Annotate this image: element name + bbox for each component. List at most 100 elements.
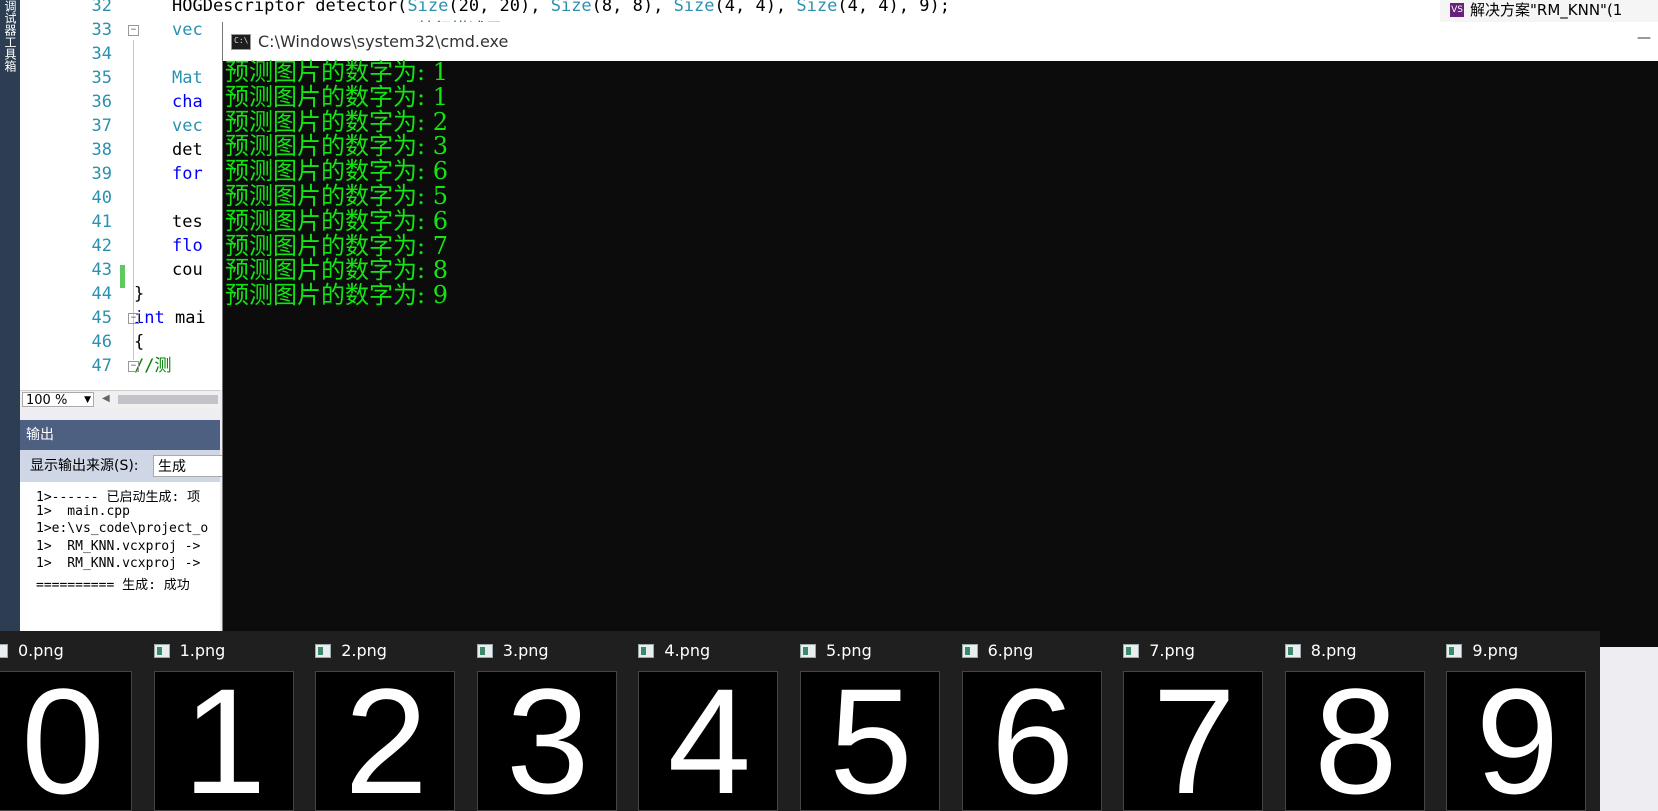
line-number: 35	[91, 68, 112, 88]
solution-node[interactable]: 解决方案"RM_KNN"(1	[1470, 0, 1622, 22]
code-text: Mat	[172, 66, 203, 91]
thumbnail-preview: 6	[961, 671, 1102, 811]
code-text: vec	[172, 114, 203, 139]
digit-glyph: 6	[990, 671, 1075, 811]
code-token: (4, 4),	[714, 0, 797, 16]
zoom-select[interactable]: 100 % ▼	[22, 392, 94, 408]
code-text: for	[172, 162, 203, 187]
debugger-tab[interactable]: 调试器	[2, 0, 19, 36]
code-text: cou	[172, 258, 203, 283]
code-text: tes	[172, 210, 203, 235]
line-number: 45	[91, 308, 112, 328]
output-source-label: 显示输出来源(S):	[30, 458, 139, 474]
image-file-icon	[800, 644, 816, 658]
thumbnail-preview: 9	[1446, 671, 1587, 811]
output-line: 1> RM_KNN.vcxproj ->	[36, 556, 209, 572]
collapse-icon[interactable]: −	[128, 313, 139, 324]
code-text: }	[134, 282, 144, 307]
thumbnail-7[interactable]: 7.png 7	[1123, 631, 1269, 811]
thumbnail-5[interactable]: 5.png 5	[800, 631, 946, 811]
image-file-icon	[638, 644, 655, 658]
code-text: {	[134, 330, 144, 355]
console-line: 预测图片的数字为: 2	[225, 107, 448, 136]
thumbnail-preview: 2	[315, 671, 456, 811]
toolbox-tab[interactable]: 工具箱	[2, 36, 19, 72]
thumbnail-3[interactable]: 3.png 3	[476, 631, 623, 811]
thumbnail-preview: 8	[1284, 671, 1425, 811]
code-text: cha	[172, 90, 203, 115]
image-file-icon	[476, 644, 493, 658]
console-line: 预测图片的数字为: 6	[225, 206, 448, 235]
cmd-titlebar[interactable]: C:\ C:\Windows\system32\cmd.exe —	[223, 22, 1658, 61]
digit-glyph: 1	[182, 671, 267, 811]
console-output[interactable]: 预测图片的数字为: 1 预测图片的数字为: 1 预测图片的数字为: 2 预测图片的数字…	[223, 58, 1658, 647]
image-file-icon	[315, 644, 332, 658]
visual-studio-icon: VS	[1450, 3, 1464, 17]
thumbnail-4[interactable]: 4.png 4	[638, 631, 784, 811]
line-number: 39	[91, 164, 112, 184]
image-file-icon	[1446, 644, 1463, 658]
horizontal-scrollbar[interactable]	[118, 395, 218, 404]
thumbnail-label: 4.png	[664, 641, 711, 660]
code-token: cha	[172, 92, 203, 112]
image-file-icon	[961, 644, 978, 658]
code-token: vec	[172, 20, 203, 40]
code-text: flo	[172, 234, 203, 259]
line-number: 38	[91, 140, 112, 160]
chevron-down-icon: ▼	[84, 395, 91, 405]
image-file-icon	[153, 644, 170, 658]
thumbnail-label: 8.png	[1310, 641, 1357, 660]
line-number: 41	[91, 212, 112, 232]
code-token: tes	[172, 212, 203, 232]
thumbnail-6[interactable]: 6.png 6	[961, 631, 1108, 811]
code-token: Mat	[172, 68, 203, 88]
code-token: HOGDescriptor detector(	[172, 0, 408, 16]
console-line: 预测图片的数字为: 1	[225, 58, 448, 86]
code-token: (8, 8),	[591, 0, 674, 16]
thumbnail-label: 3.png	[502, 641, 549, 660]
console-line: 预测图片的数字为: 8	[225, 256, 448, 285]
thumbnail-9[interactable]: 9.png 9	[1446, 631, 1592, 811]
cmd-window[interactable]: C:\ C:\Windows\system32\cmd.exe — 预测图片的数…	[222, 22, 1658, 647]
taskbar-thumbnails: 0.png 0 1.png 1 2.png 2 3.png 3 4.png 4 5.png 5 6.pn…	[0, 631, 1600, 811]
digit-glyph: 3	[506, 671, 590, 811]
code-token: //测	[134, 356, 172, 376]
thumbnail-preview: 5	[800, 671, 940, 811]
thumbnail-label: 9.png	[1472, 641, 1519, 660]
code-text: det	[172, 138, 203, 163]
line-number: 32	[91, 0, 112, 16]
thumbnail-label: 7.png	[1149, 641, 1195, 660]
thumbnail-0[interactable]: 0.png 0	[0, 631, 138, 811]
thumbnail-label: 2.png	[341, 641, 387, 660]
console-line: 预测图片的数字为: 5	[225, 182, 448, 210]
scroll-left-icon[interactable]: ◀	[102, 393, 110, 404]
code-token: Size	[673, 0, 715, 16]
line-number: 46	[91, 332, 112, 352]
code-token: mai	[164, 308, 206, 328]
code-token: flo	[172, 236, 203, 256]
code-text: HOGDescriptor detector(Size(20, 20), Siz…	[172, 0, 950, 19]
collapse-icon[interactable]: −	[128, 25, 139, 36]
line-number: 42	[91, 236, 112, 256]
line-number: 34	[91, 44, 112, 64]
digit-glyph: 2	[344, 671, 428, 811]
output-line: 1>------ 已启动生成: 项	[36, 490, 201, 505]
console-line: 预测图片的数字为: 6	[225, 157, 448, 186]
thumbnail-2[interactable]: 2.png 2	[315, 631, 461, 811]
console-line: 预测图片的数字为: 7	[225, 231, 448, 260]
collapse-icon[interactable]: −	[128, 361, 139, 372]
output-source-select[interactable]: 生成	[153, 455, 223, 477]
thumbnail-1[interactable]: 1.png 1	[153, 631, 300, 811]
line-number: 37	[91, 116, 112, 136]
thumbnail-label: 1.png	[179, 641, 226, 660]
thumbnail-label: 0.png	[18, 641, 64, 660]
line-number: 36	[91, 92, 112, 112]
line-number: 43	[91, 260, 112, 280]
code-token: {	[134, 332, 145, 352]
minimize-button[interactable]: —	[1637, 30, 1651, 46]
thumbnail-8[interactable]: 8.png 8	[1284, 631, 1431, 811]
code-line: 32 HOGDescriptor detector(Size(20, 20), S…	[20, 0, 1420, 19]
line-number: 40	[91, 188, 112, 208]
code-token: cou	[172, 260, 203, 280]
digit-glyph: 8	[1314, 671, 1398, 811]
